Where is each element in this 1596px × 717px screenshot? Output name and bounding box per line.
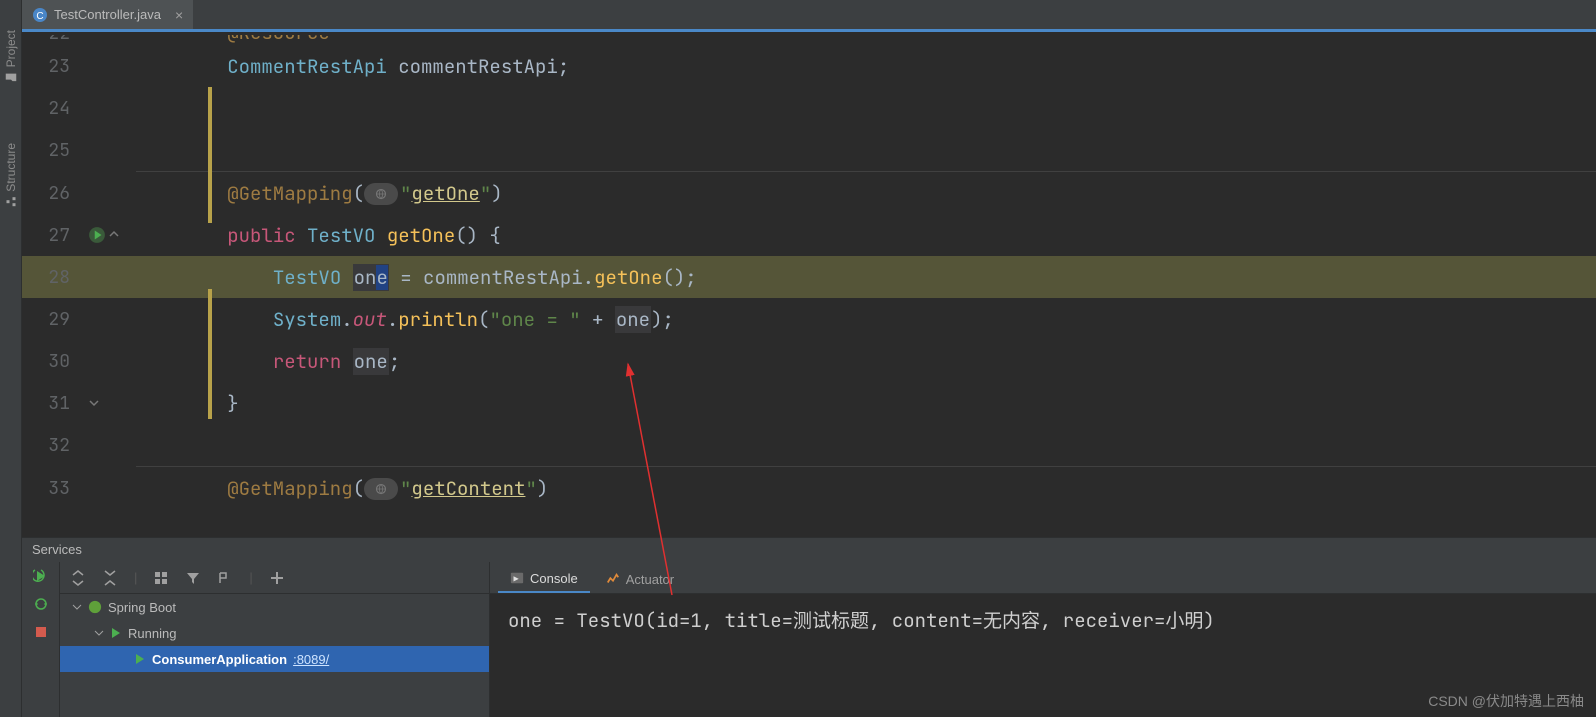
change-marker <box>208 87 212 223</box>
run-status-icon <box>110 627 122 639</box>
line-number: 32 <box>22 434 88 457</box>
code-line[interactable]: 31 } <box>22 382 1596 424</box>
code-content[interactable]: } <box>136 391 239 416</box>
line-number: 24 <box>22 97 88 120</box>
code-line[interactable]: 28 TestVO one = commentRestApi.getOne(); <box>22 256 1596 298</box>
line-number: 26 <box>22 182 88 205</box>
project-tool-button[interactable]: Project <box>4 30 18 83</box>
debug-icon[interactable] <box>33 596 49 612</box>
project-label: Project <box>4 30 18 67</box>
collapse-all-icon[interactable] <box>102 570 118 586</box>
svg-text:C: C <box>36 11 43 22</box>
structure-tool-button[interactable]: Structure <box>4 143 18 208</box>
tree-row-app[interactable]: ConsumerApplication :8089/ <box>60 646 489 672</box>
chevron-down-icon <box>94 628 104 638</box>
services-panel: Services | | Spring Boot <box>22 537 1596 717</box>
code-line[interactable]: 27 public TestVO getOne() { <box>22 214 1596 256</box>
rerun-icon[interactable] <box>33 568 49 584</box>
code-line[interactable]: 33 @GetMapping("getContent") <box>22 467 1596 509</box>
expand-all-icon[interactable] <box>70 570 86 586</box>
code-content[interactable]: @GetMapping("getOne") <box>136 181 503 206</box>
code-content[interactable] <box>136 433 227 458</box>
actuator-tab[interactable]: Actuator <box>594 565 686 593</box>
line-number: 25 <box>22 139 88 162</box>
line-number: 28 <box>22 266 88 289</box>
change-marker <box>208 289 212 419</box>
run-gutter-icon[interactable] <box>88 226 106 244</box>
url-mapping-icon[interactable] <box>364 478 398 500</box>
tree-app-port[interactable]: :8089/ <box>293 652 329 667</box>
tree-app-label: ConsumerApplication <box>152 652 287 667</box>
layout-icon[interactable] <box>217 570 233 586</box>
line-number: 22 <box>22 35 88 45</box>
java-class-icon: C <box>32 7 48 23</box>
tool-window-strip[interactable]: Project Structure <box>0 0 22 717</box>
code-content[interactable]: return one; <box>136 349 400 374</box>
code-content[interactable] <box>136 96 227 121</box>
gutter-icons <box>88 226 136 244</box>
code-line[interactable]: 29 System.out.println("one = " + one); <box>22 298 1596 340</box>
code-content[interactable]: @GetMapping("getContent") <box>136 476 548 501</box>
code-line[interactable]: 26 @GetMapping("getOne") <box>22 172 1596 214</box>
code-content[interactable]: @Resource <box>136 35 330 45</box>
code-line[interactable]: 32 <box>22 424 1596 466</box>
code-content[interactable]: public TestVO getOne() { <box>136 223 501 248</box>
fold-end-icon[interactable] <box>88 397 100 409</box>
console-tab-label: Console <box>530 571 578 586</box>
tree-root-label: Spring Boot <box>108 600 176 615</box>
code-content[interactable]: System.out.println("one = " + one); <box>136 307 674 332</box>
tree-row-status[interactable]: Running <box>60 620 489 646</box>
url-mapping-icon[interactable] <box>364 183 398 205</box>
structure-icon <box>5 196 17 208</box>
console-icon <box>510 571 524 585</box>
services-toolbar: | | <box>60 562 489 594</box>
services-tree: | | Spring Boot Running ConsumerApplicat… <box>60 562 490 717</box>
services-title: Services <box>22 538 1596 562</box>
gutter-icons <box>88 397 136 409</box>
tree-row-root[interactable]: Spring Boot <box>60 594 489 620</box>
line-number: 29 <box>22 308 88 331</box>
editor-tab-bar: C TestController.java × <box>22 0 1596 32</box>
code-content[interactable]: CommentRestApi commentRestApi; <box>136 54 569 79</box>
structure-label: Structure <box>4 143 18 192</box>
code-line[interactable]: 23 CommentRestApi commentRestApi; <box>22 45 1596 87</box>
group-icon[interactable] <box>153 570 169 586</box>
actuator-icon <box>606 572 620 586</box>
close-icon[interactable]: × <box>175 7 183 23</box>
code-line[interactable]: 22 @Resource <box>22 35 1596 45</box>
stop-icon[interactable] <box>33 624 49 640</box>
services-toolbar-left <box>22 562 60 717</box>
watermark: CSDN @伏加特遇上西柚 <box>1428 691 1584 711</box>
line-number: 27 <box>22 224 88 247</box>
line-number: 23 <box>22 55 88 78</box>
filter-icon[interactable] <box>185 570 201 586</box>
code-editor[interactable]: 22 @Resource23 CommentRestApi commentRes… <box>22 35 1596 537</box>
code-line[interactable]: 30 return one; <box>22 340 1596 382</box>
play-icon <box>134 653 146 665</box>
fold-icon[interactable] <box>108 229 120 241</box>
code-line[interactable]: 24 <box>22 87 1596 129</box>
folder-icon <box>5 71 17 83</box>
add-icon[interactable] <box>269 570 285 586</box>
code-line[interactable]: 25 <box>22 129 1596 171</box>
services-tabs: Console Actuator <box>490 562 1596 594</box>
console-tab[interactable]: Console <box>498 565 590 593</box>
actuator-tab-label: Actuator <box>626 572 674 587</box>
spring-icon <box>88 600 102 614</box>
line-number: 33 <box>22 477 88 500</box>
file-tab-label: TestController.java <box>54 7 161 22</box>
code-content[interactable] <box>136 138 227 163</box>
code-content[interactable]: TestVO one = commentRestApi.getOne(); <box>136 265 697 290</box>
line-number: 31 <box>22 392 88 415</box>
tree-status-label: Running <box>128 626 176 641</box>
file-tab[interactable]: C TestController.java × <box>22 0 193 29</box>
line-number: 30 <box>22 350 88 373</box>
chevron-down-icon <box>72 602 82 612</box>
